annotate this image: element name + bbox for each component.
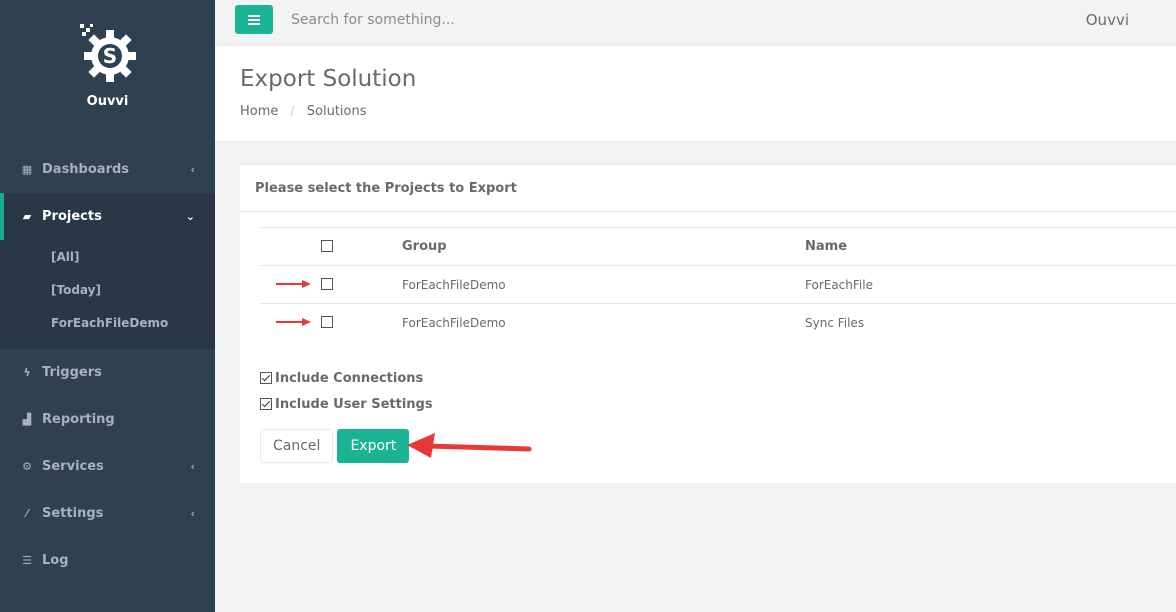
user-name[interactable]: Ouvvi [1086, 11, 1129, 29]
cell-group: ForEachFileDemo [402, 277, 506, 292]
column-header-name: Name [805, 239, 848, 254]
table-row: ForEachFileDemo ForEachFile [260, 265, 1176, 303]
search-input[interactable] [291, 8, 791, 32]
table-row: ForEachFileDemo Sync Files [260, 303, 1176, 341]
cell-name: Sync Files [805, 315, 865, 330]
include-user-settings-checkbox[interactable] [260, 398, 272, 410]
select-all-checkbox[interactable] [321, 240, 333, 252]
page-heading: Export Solution Home / Solutions [215, 46, 1176, 142]
annotation-arrow-icon [276, 280, 311, 288]
sidebar-item-label: Projects [42, 209, 102, 224]
bar-chart-icon: ▟ [22, 413, 32, 426]
sidebar-item-label: Reporting [42, 412, 115, 427]
sidebar-item-projects[interactable]: ▰ Projects ⌄ [0, 193, 215, 240]
list-icon: ☰ [22, 554, 32, 567]
sidebar-item-label: Log [42, 553, 69, 568]
cell-name: ForEachFile [805, 277, 873, 292]
sidebar-subitem-all[interactable]: [All] [0, 240, 215, 273]
annotation-arrow-icon [276, 318, 311, 326]
table-header: Group Name [260, 227, 1176, 265]
include-connections-checkbox[interactable] [260, 372, 272, 384]
projects-table: Group Name ForEachFileDemo ForEachFile F… [260, 227, 1176, 341]
projects-submenu: [All] [Today] ForEachFileDemo [0, 240, 215, 349]
logo-area: S Ouvvi [0, 20, 215, 109]
chevron-down-icon: ⌄ [185, 209, 195, 223]
row-checkbox[interactable] [321, 278, 333, 290]
svg-text:S: S [102, 44, 116, 68]
sidebar-item-services[interactable]: ⚙ Services ‹ [0, 443, 215, 490]
include-user-settings-label: Include User Settings [275, 396, 433, 412]
sidebar-item-label: Settings [42, 506, 104, 521]
book-icon: ▰ [22, 210, 32, 223]
cogs-icon: ⚙ [22, 460, 32, 473]
bolt-icon: ϟ [23, 366, 31, 379]
menu-toggle-button[interactable] [235, 5, 273, 34]
row-checkbox[interactable] [321, 316, 333, 328]
brand-name: Ouvvi [86, 94, 129, 109]
annotation-arrow-large-icon [407, 433, 532, 458]
include-connections-label: Include Connections [275, 370, 424, 386]
export-options: Include Connections Include User Setting… [260, 365, 433, 417]
sidebar-item-settings[interactable]: ⁄ Settings ‹ [0, 490, 215, 537]
breadcrumb: Home / Solutions [240, 104, 367, 119]
magic-wand-icon: ⁄ [26, 507, 28, 520]
sidebar-item-log[interactable]: ☰ Log [0, 537, 215, 584]
sidebar-item-label: Triggers [42, 365, 102, 380]
panel-title: Please select the Projects to Export [240, 165, 1176, 212]
sidebar-item-triggers[interactable]: ϟ Triggers [0, 349, 215, 396]
column-header-group: Group [402, 239, 447, 254]
sidebar-subitem-foreachfiledemo[interactable]: ForEachFileDemo [0, 306, 215, 339]
breadcrumb-solutions: Solutions [306, 104, 367, 119]
hamburger-icon [248, 14, 260, 25]
chevron-left-icon: ‹ [190, 459, 195, 473]
breadcrumb-separator: / [290, 104, 295, 119]
include-user-settings-option[interactable]: Include User Settings [260, 391, 433, 417]
sidebar-nav: ▦ Dashboards ‹ ▰ Projects ⌄ [All] [Today… [0, 146, 215, 584]
sidebar-item-label: Dashboards [42, 162, 130, 177]
sidebar-subitem-today[interactable]: [Today] [0, 273, 215, 306]
sidebar-item-reporting[interactable]: ▟ Reporting [0, 396, 215, 443]
export-panel: Please select the Projects to Export Gro… [240, 163, 1176, 483]
breadcrumb-home[interactable]: Home [240, 104, 278, 119]
ouvvi-logo-icon: S [79, 24, 136, 82]
include-connections-option[interactable]: Include Connections [260, 365, 433, 391]
grid-icon: ▦ [21, 163, 33, 176]
sidebar-item-dashboards[interactable]: ▦ Dashboards ‹ [0, 146, 215, 193]
chevron-left-icon: ‹ [190, 506, 195, 520]
sidebar: S Ouvvi ▦ Dashboards ‹ ▰ Projects ⌄ [All… [0, 0, 215, 612]
sidebar-item-label: Services [42, 459, 104, 474]
cell-group: ForEachFileDemo [402, 315, 506, 330]
cancel-button[interactable]: Cancel [260, 429, 334, 463]
form-actions: Cancel Export [260, 429, 410, 463]
topbar: Ouvvi [215, 0, 1176, 46]
export-button[interactable]: Export [337, 429, 410, 463]
chevron-left-icon: ‹ [190, 162, 195, 176]
page-title: Export Solution [240, 66, 417, 92]
